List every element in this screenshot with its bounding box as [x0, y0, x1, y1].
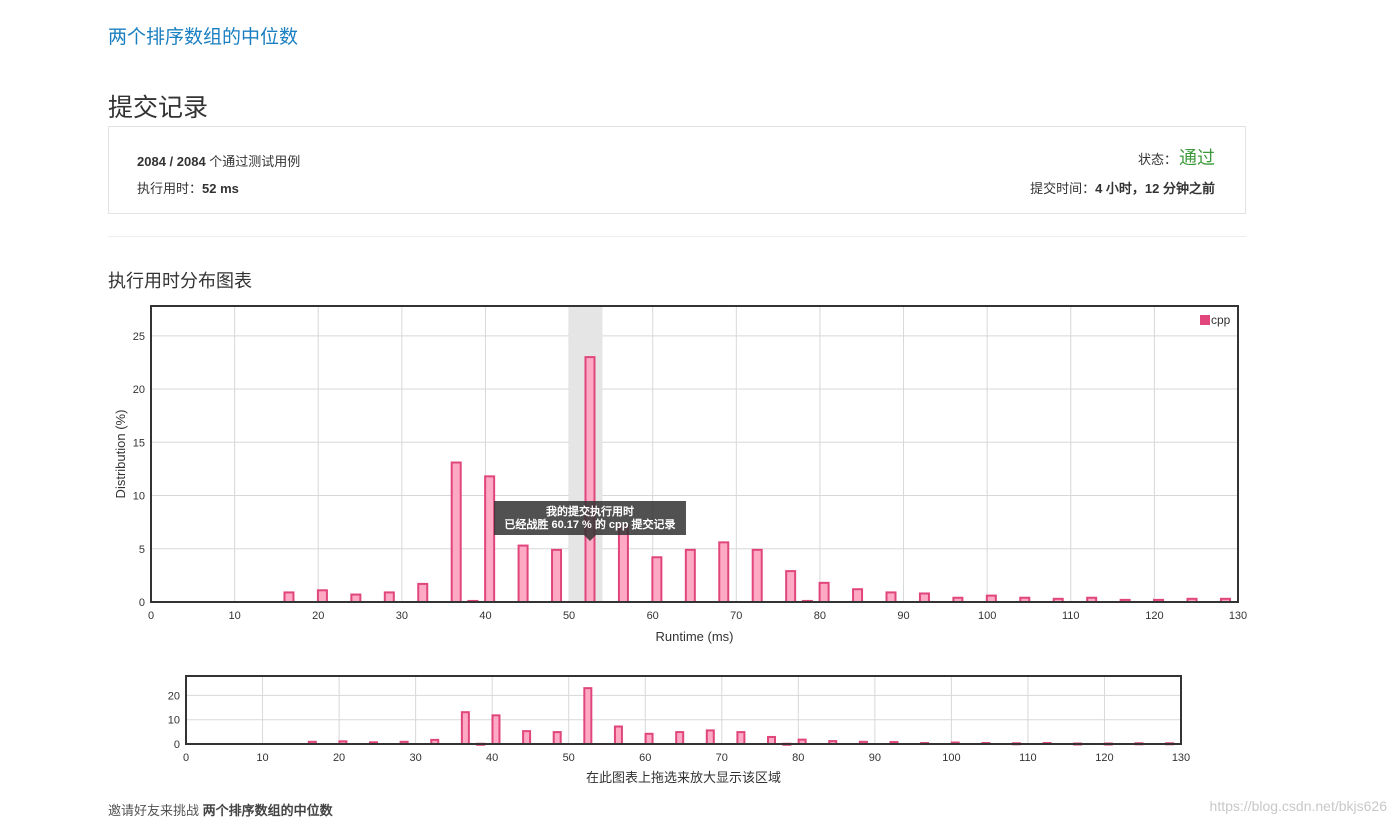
- navigator-bars: [307, 687, 1175, 746]
- footer-prefix: 邀请好友来挑战: [108, 803, 203, 818]
- x-tick-label: 30: [396, 610, 408, 622]
- runtime-distribution-chart: 0 10 20 30 40 50 60 70 80 90 100 110 120 130051015202…: [113, 305, 1247, 785]
- navigator-caption: 在此图表上拖选来放大显示该区域: [586, 770, 781, 785]
- navigator-bar: [767, 735, 777, 746]
- navigator-y-tick-label: 0: [174, 739, 180, 751]
- tooltip-line-1: 我的提交执行用时: [546, 504, 634, 518]
- y-axis-label: Distribution (%): [113, 410, 128, 499]
- navigator-y-tick-label: 10: [168, 715, 180, 727]
- legend-label-cpp: cpp: [1211, 313, 1231, 327]
- runtime-bar[interactable]: [551, 548, 563, 603]
- navigator-bar: [705, 729, 715, 746]
- navigator-x-tick-label: 30: [409, 752, 421, 764]
- runtime-bar[interactable]: [383, 591, 395, 603]
- runtime-bar[interactable]: [885, 591, 897, 603]
- x-tick-label: 50: [563, 610, 575, 622]
- y-tick-label: 10: [133, 491, 145, 503]
- legend[interactable]: cpp: [1200, 313, 1231, 327]
- runtime-bar[interactable]: [283, 591, 295, 603]
- navigator-x-tick-label: 60: [639, 752, 651, 764]
- runtime-tooltip: 我的提交执行用时 已经战胜 60.17 % 的 cpp 提交记录: [493, 501, 686, 541]
- tooltip-line-2: 已经战胜 60.17 % 的 cpp 提交记录: [504, 517, 675, 531]
- navigator-bar: [644, 732, 654, 745]
- x-tick-label: 0: [148, 610, 154, 622]
- y-tick-label: 20: [133, 384, 145, 396]
- x-tick-label: 80: [814, 610, 826, 622]
- x-tick-label: 40: [479, 610, 491, 622]
- x-tick-label: 70: [730, 610, 742, 622]
- navigator-x-tick-label: 100: [942, 752, 960, 764]
- navigator-tick-labels: 0 10 20 30 40 50 60 70 80 90 100 110 120 130 0 10 20: [168, 690, 1190, 764]
- navigator-x-tick-label: 120: [1095, 752, 1113, 764]
- y-tick-label: 5: [139, 544, 145, 556]
- y-tick-label: 25: [133, 331, 145, 343]
- runtime-bar[interactable]: [484, 475, 496, 603]
- x-tick-label: 110: [1062, 610, 1080, 622]
- navigator-bar: [613, 725, 623, 745]
- runtime-bar[interactable]: [417, 582, 429, 604]
- x-tick-label: 90: [897, 610, 909, 622]
- y-tick-label: 15: [133, 437, 145, 449]
- runtime-bar[interactable]: [852, 588, 864, 604]
- navigator-y-tick-label: 20: [168, 690, 180, 702]
- y-tick-label: 0: [139, 597, 145, 609]
- navigator-bar: [552, 731, 562, 745]
- runtime-bar[interactable]: [818, 581, 830, 604]
- x-axis-label: Runtime (ms): [655, 629, 733, 644]
- navigator-x-tick-label: 20: [333, 752, 345, 764]
- navigator-bar: [583, 687, 593, 746]
- runtime-bar[interactable]: [718, 541, 730, 603]
- navigator-x-tick-label: 0: [183, 752, 189, 764]
- navigator-x-tick-label: 130: [1172, 752, 1190, 764]
- navigator-x-tick-label: 10: [256, 752, 268, 764]
- runtime-bar[interactable]: [751, 548, 763, 603]
- navigator-bar: [491, 714, 501, 745]
- x-tick-label: 60: [647, 610, 659, 622]
- footer-problem-link[interactable]: 两个排序数组的中位数: [203, 803, 333, 818]
- runtime-bar[interactable]: [684, 548, 696, 603]
- runtime-bar[interactable]: [651, 556, 663, 604]
- watermark: https://blog.csdn.net/bkjs626: [1209, 798, 1387, 814]
- navigator-x-tick-label: 80: [792, 752, 804, 764]
- navigator-x-tick-label: 70: [716, 752, 728, 764]
- x-tick-label: 120: [1145, 610, 1163, 622]
- navigator-x-tick-label: 50: [563, 752, 575, 764]
- navigator-bar: [675, 731, 685, 745]
- navigator-bar: [460, 711, 470, 746]
- runtime-bar[interactable]: [918, 592, 930, 603]
- navigator-bar: [736, 731, 746, 745]
- runtime-bar[interactable]: [450, 461, 462, 603]
- legend-swatch-cpp: [1200, 315, 1210, 325]
- footer-invite: 邀请好友来挑战 两个排序数组的中位数: [108, 800, 333, 819]
- runtime-bar[interactable]: [617, 524, 629, 604]
- navigator-x-tick-label: 90: [869, 752, 881, 764]
- runtime-bar[interactable]: [584, 356, 596, 603]
- navigator-x-tick-label: 110: [1019, 752, 1037, 764]
- x-tick-label: 20: [312, 610, 324, 622]
- main-chart-bars: [283, 356, 1231, 604]
- runtime-bar[interactable]: [350, 593, 362, 603]
- x-tick-label: 100: [978, 610, 996, 622]
- runtime-bar[interactable]: [316, 589, 328, 604]
- runtime-bar[interactable]: [517, 544, 529, 604]
- x-tick-label: 10: [228, 610, 240, 622]
- x-tick-label: 130: [1229, 610, 1247, 622]
- navigator-bar: [522, 730, 532, 746]
- runtime-bar[interactable]: [785, 570, 797, 604]
- navigator-x-tick-label: 40: [486, 752, 498, 764]
